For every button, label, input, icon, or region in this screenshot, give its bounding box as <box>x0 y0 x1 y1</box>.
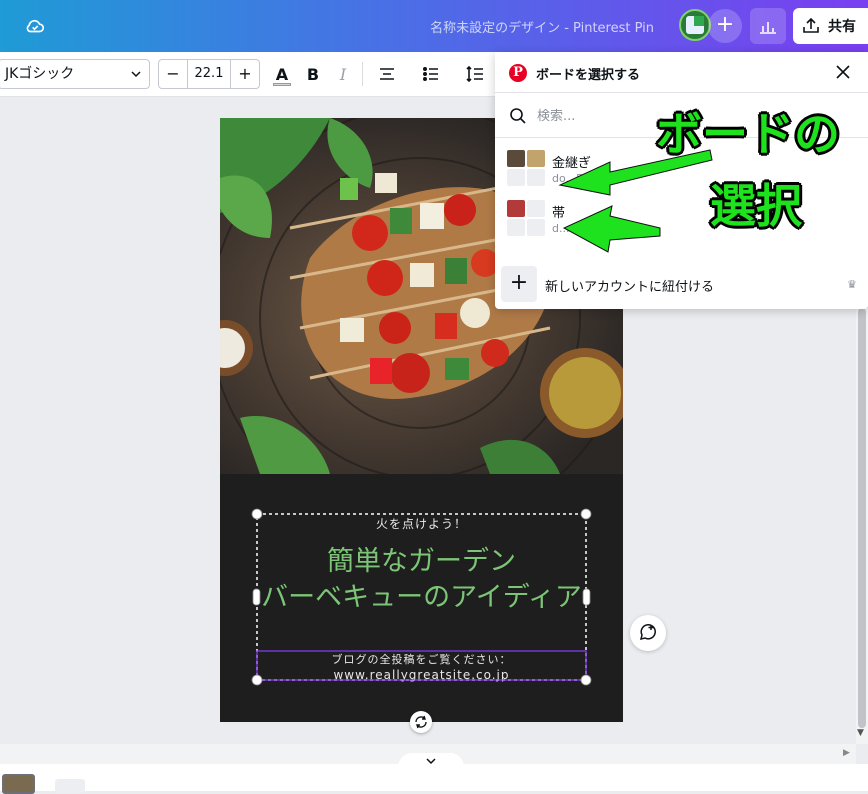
cloud-sync-icon[interactable] <box>24 15 46 37</box>
link-new-account-button[interactable]: + 新しいアカウントに紐付ける ♛ <box>501 266 861 302</box>
panel-title: ボードを選択する <box>536 68 641 83</box>
share-label: 共有 <box>828 19 856 35</box>
text-color-icon: A <box>275 64 289 84</box>
link-new-account-label: 新しいアカウントに紐付ける <box>545 280 715 295</box>
add-comment-button[interactable] <box>630 615 666 651</box>
rotate-handle[interactable] <box>410 711 432 733</box>
font-name: JKゴシック <box>5 66 75 82</box>
top-bar: 名称未設定のデザイン - Pinterest Pin + 共有 <box>0 0 868 52</box>
close-icon[interactable] <box>835 64 851 80</box>
selection-frame[interactable] <box>250 507 595 689</box>
board-thumbnail <box>507 150 545 186</box>
avatar[interactable] <box>679 9 711 41</box>
page-thumbnail[interactable] <box>2 774 35 794</box>
text-color-button[interactable]: A <box>272 64 292 86</box>
add-collaborator-button[interactable]: + <box>708 9 742 43</box>
search-icon <box>510 108 526 124</box>
page-strip <box>0 764 868 791</box>
document-title[interactable]: 名称未設定のデザイン - Pinterest Pin <box>430 17 654 36</box>
chevron-down-icon <box>131 71 141 78</box>
scroll-right-arrow-icon[interactable]: ▶ <box>843 748 850 758</box>
bar-chart-icon <box>760 22 776 34</box>
chevron-down-icon <box>426 758 436 765</box>
annotation-text-line-2: 選択 <box>710 179 802 233</box>
board-search-input[interactable] <box>535 105 659 127</box>
font-size-value[interactable]: 22.1 <box>187 60 231 88</box>
increase-font-size-button[interactable]: + <box>231 60 259 88</box>
insights-button[interactable] <box>750 8 786 44</box>
font-family-select[interactable]: JKゴシック <box>0 59 150 89</box>
bold-button[interactable]: B <box>303 64 323 84</box>
align-center-icon[interactable] <box>377 64 397 84</box>
comment-plus-icon <box>639 624 656 641</box>
text-color-swatch <box>273 83 291 86</box>
vertical-scroll-thumb[interactable] <box>858 308 866 728</box>
italic-button[interactable]: I <box>333 64 353 84</box>
font-size-stepper[interactable]: − 22.1 + <box>158 59 260 89</box>
bullet-list-icon[interactable] <box>421 64 441 84</box>
pinterest-logo-icon: P <box>509 64 527 82</box>
plus-icon: + <box>501 266 537 302</box>
annotation-text-line-1: ボードの <box>656 107 840 161</box>
panel-header: P ボードを選択する <box>495 52 868 93</box>
rotate-icon <box>415 715 427 729</box>
scroll-down-arrow-icon[interactable]: ▼ <box>857 728 864 738</box>
decrease-font-size-button[interactable]: − <box>159 60 187 88</box>
board-thumbnail <box>507 200 545 236</box>
toolbar-divider <box>362 62 363 86</box>
share-button[interactable]: 共有 <box>793 8 868 44</box>
line-spacing-icon[interactable] <box>465 64 485 84</box>
collapse-pages-tab[interactable] <box>398 753 464 767</box>
crown-icon: ♛ <box>847 278 857 291</box>
vertical-scrollbar[interactable] <box>856 308 868 744</box>
upload-icon <box>803 17 819 33</box>
